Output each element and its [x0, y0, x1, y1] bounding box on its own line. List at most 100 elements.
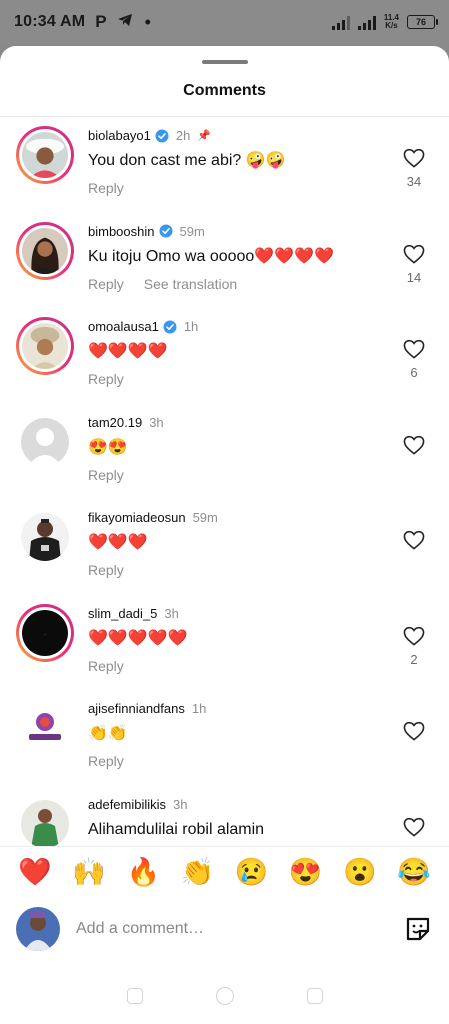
reply-button[interactable]: Reply: [88, 276, 124, 292]
comment-username[interactable]: fikayomiadeosun: [88, 510, 186, 525]
comment-item: adefemibilikis 3h Alihamdulilai robil al…: [0, 789, 449, 846]
reply-button[interactable]: Reply: [88, 562, 124, 578]
comment-text: ❤️❤️❤️❤️: [88, 343, 168, 360]
like-count: 14: [406, 269, 422, 285]
quick-emoji-button[interactable]: 😂: [397, 856, 431, 888]
like-count: 34: [406, 174, 422, 189]
network-speed: 11.4 K/s: [383, 13, 399, 30]
see-translation-button[interactable]: See translation: [144, 276, 237, 292]
verified-badge-icon: [159, 224, 173, 238]
like-count: 6: [410, 365, 418, 380]
comment-input[interactable]: [76, 920, 376, 938]
comment-text: You don cast me abi? 🤪🤪: [88, 152, 286, 169]
comment-username[interactable]: omoalausa1: [88, 319, 159, 334]
commenter-avatar[interactable]: [16, 317, 74, 375]
reply-button[interactable]: Reply: [88, 753, 124, 769]
reply-button[interactable]: Reply: [88, 658, 124, 674]
comment-time: 2h: [175, 128, 191, 143]
home-button[interactable]: [215, 987, 234, 1005]
like-button[interactable]: 6: [403, 339, 425, 380]
comment-username[interactable]: ajisefinniandfans: [88, 701, 185, 716]
signal-2-icon: [357, 14, 376, 30]
signal-1-icon: [331, 14, 350, 30]
comment-item: bimbooshin 59m Ku itoju Omo wa ooooo❤️❤️…: [0, 216, 449, 312]
comment-time: 59m: [192, 510, 218, 525]
heart-icon: [403, 148, 425, 168]
sticker-icon[interactable]: [403, 914, 433, 944]
quick-emoji-button[interactable]: 😍: [289, 856, 323, 888]
like-button[interactable]: 14: [403, 244, 425, 285]
heart-icon: [403, 530, 425, 550]
commenter-avatar[interactable]: -: [16, 603, 74, 662]
quick-emoji-bar: ❤️ 🙌 🔥 👏 😢 😍 😮 😂: [0, 846, 449, 896]
status-time: 10:34 AM: [14, 13, 86, 30]
comment-text: 😍😍: [88, 438, 128, 456]
comment-time: 59m: [179, 223, 205, 239]
quick-emoji-button[interactable]: 😢: [235, 856, 269, 888]
heart-icon: [403, 244, 425, 264]
comment-text: 👏👏: [88, 725, 128, 742]
comment-username[interactable]: slim_dadi_5: [88, 606, 157, 621]
header-divider: [0, 116, 449, 117]
comment-item: - slim_dadi_5 3h ❤️❤️❤️❤️❤️ Reply 2: [0, 598, 449, 694]
comment-text: ❤️❤️❤️❤️❤️: [88, 629, 188, 647]
heart-icon: [403, 817, 425, 837]
heart-icon: [403, 339, 425, 359]
comment-list[interactable]: biolabayo1 2h 📌 You don cast me abi? 🤪🤪 …: [0, 120, 449, 846]
comment-time: 1h: [191, 701, 207, 716]
comment-text: Alihamdulilai robil alamin: [88, 820, 265, 838]
commenter-avatar[interactable]: [16, 795, 74, 846]
like-button[interactable]: [403, 817, 425, 837]
commenter-avatar[interactable]: [16, 221, 74, 280]
comment-item: omoalausa1 1h ❤️❤️❤️❤️ Reply 6: [0, 311, 449, 407]
comment-time: 1h: [183, 319, 199, 334]
comment-username[interactable]: biolabayo1: [88, 128, 151, 143]
like-button[interactable]: [403, 435, 425, 455]
reply-button[interactable]: Reply: [88, 467, 124, 483]
comment-username[interactable]: bimbooshin: [88, 224, 155, 239]
recents-button[interactable]: [126, 988, 143, 1004]
quick-emoji-button[interactable]: 🔥: [127, 856, 161, 888]
parking-app-icon: P: [95, 12, 107, 31]
status-bar: 10:34 AM P • 11.4 K/s 76: [0, 0, 449, 44]
comment-item: biolabayo1 2h 📌 You don cast me abi? 🤪🤪 …: [0, 120, 449, 216]
my-avatar: [16, 907, 60, 951]
comment-item: fikayomiadeosun 59m ❤️❤️❤️ Reply: [0, 502, 449, 598]
commenter-avatar[interactable]: [16, 699, 74, 757]
quick-emoji-button[interactable]: 👏: [181, 856, 215, 888]
like-count: 2: [410, 651, 418, 667]
commenter-avatar[interactable]: [16, 126, 74, 184]
comment-time: 3h: [149, 414, 164, 430]
like-button[interactable]: 34: [403, 148, 425, 189]
commenter-avatar[interactable]: [16, 508, 74, 566]
pin-icon: 📌: [197, 130, 212, 142]
commenter-avatar[interactable]: [16, 413, 74, 471]
system-nav-bar: [0, 976, 449, 1016]
comment-time: 3h: [173, 796, 188, 812]
comments-sheet: Comments biolabayo1 2h 📌 You don cast me…: [0, 46, 449, 1024]
comment-username[interactable]: adefemibilikis: [88, 797, 166, 812]
comment-text: ❤️❤️❤️: [88, 534, 148, 551]
verified-badge-icon: [155, 129, 169, 143]
like-button[interactable]: [403, 530, 425, 550]
comment-item: ajisefinniandfans 1h 👏👏 Reply: [0, 693, 449, 789]
notification-dot-icon: •: [144, 12, 151, 32]
quick-emoji-button[interactable]: 🙌: [72, 856, 106, 888]
comment-time: 3h: [164, 605, 179, 621]
heart-icon: [403, 721, 425, 741]
battery-icon: 76: [407, 15, 438, 29]
drag-handle[interactable]: [202, 60, 248, 64]
comment-username[interactable]: tam20.19: [88, 415, 142, 430]
quick-emoji-button[interactable]: ❤️: [18, 856, 52, 888]
back-button[interactable]: [306, 988, 323, 1004]
comment-item: tam20.19 3h 😍😍 Reply: [0, 407, 449, 503]
like-button[interactable]: 2: [403, 626, 425, 667]
heart-icon: [403, 435, 425, 455]
reply-button[interactable]: Reply: [88, 180, 124, 196]
comment-composer: [0, 898, 449, 960]
heart-icon: [403, 626, 425, 646]
quick-emoji-button[interactable]: 😮: [343, 856, 377, 888]
comment-text: Ku itoju Omo wa ooooo❤️❤️❤️❤️: [88, 247, 335, 265]
like-button[interactable]: [403, 721, 425, 741]
reply-button[interactable]: Reply: [88, 371, 124, 387]
